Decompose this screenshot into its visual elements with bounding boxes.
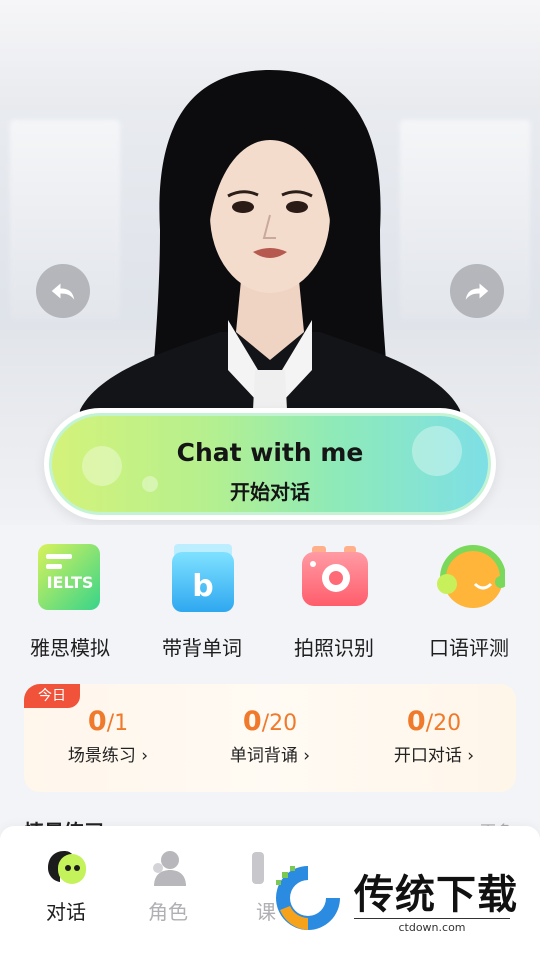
chevron-right-icon: › — [467, 746, 475, 766]
start-chat-button[interactable]: Chat with me 开始对话 — [44, 408, 496, 520]
reply-arrow-icon — [51, 283, 75, 300]
feature-label: 拍照识别 — [294, 636, 374, 660]
word-badge-text: b — [192, 569, 213, 604]
feature-ielts[interactable]: IELTS 雅思模拟 — [5, 540, 135, 661]
tab-label: 对话 — [46, 900, 86, 924]
stat-value: 0/1 — [87, 706, 129, 737]
feature-label: 口语评测 — [429, 636, 509, 660]
word-book-icon: b — [166, 540, 238, 614]
chat-bubble-icon — [44, 848, 88, 888]
chevron-right-icon: › — [303, 746, 311, 766]
stat-label: 开口对话 › — [393, 746, 475, 766]
feature-label: 雅思模拟 — [30, 636, 110, 660]
feature-label: 带背单词 — [162, 636, 242, 660]
hero-area: Chat with me 开始对话 — [0, 0, 540, 525]
person-icon — [146, 848, 190, 888]
ielts-book-icon: IELTS — [34, 540, 106, 614]
stat-value: 0/20 — [242, 706, 298, 737]
chat-title-cn: 开始对话 — [230, 480, 310, 504]
stat-label: 单词背诵 › — [229, 746, 311, 766]
stat-speaking-dialog[interactable]: 0/20 开口对话 › — [352, 706, 516, 766]
start-chat-button-surface: Chat with me 开始对话 — [49, 413, 491, 515]
feature-grid: IELTS 雅思模拟 b 带背单词 拍照识别 口语评测 — [0, 540, 540, 670]
today-progress-card: 今日 0/1 场景练习 › 0/20 单词背诵 › 0/20 开口对话 › — [24, 684, 516, 792]
watermark: 传统下载 ctdown.com — [268, 858, 528, 938]
today-badge: 今日 — [24, 684, 80, 708]
stat-scene-practice[interactable]: 0/1 场景练习 › — [26, 706, 190, 766]
forward-round-button[interactable] — [450, 264, 504, 318]
watermark-brand: 传统下载 — [354, 872, 518, 918]
watermark-logo-icon — [276, 866, 340, 930]
tab-role[interactable]: 角色 — [128, 848, 208, 925]
feature-words[interactable]: b 带背单词 — [137, 540, 267, 661]
stat-word-recite[interactable]: 0/20 单词背诵 › — [188, 706, 352, 766]
ielts-badge-text: IELTS — [47, 573, 94, 592]
stat-value: 0/20 — [406, 706, 462, 737]
tab-chat[interactable]: 对话 — [26, 848, 106, 925]
feature-speaking[interactable]: 口语评测 — [404, 540, 534, 661]
feature-photo[interactable]: 拍照识别 — [269, 540, 399, 661]
watermark-url: ctdown.com — [354, 918, 510, 934]
chevron-right-icon: › — [141, 746, 149, 766]
tab-label: 角色 — [148, 900, 188, 924]
share-arrow-icon — [465, 283, 489, 300]
back-round-button[interactable] — [36, 264, 90, 318]
camera-icon — [298, 540, 370, 614]
stat-label: 场景练习 › — [67, 746, 149, 766]
chat-title-en: Chat with me — [176, 438, 364, 467]
speaking-face-icon — [433, 540, 507, 614]
